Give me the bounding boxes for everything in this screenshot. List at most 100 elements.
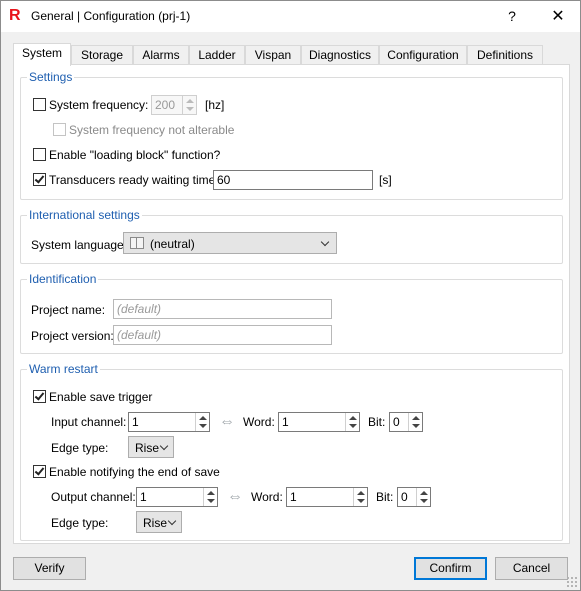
tab-diagnostics[interactable]: Diagnostics — [301, 45, 379, 65]
output-edge-type-label: Edge type: — [51, 516, 109, 530]
project-name-label: Project name: — [31, 303, 106, 317]
spinner-arrows[interactable] — [203, 488, 217, 506]
output-channel-spinner[interactable]: 1 — [136, 487, 218, 507]
input-edge-type-value: Rise — [135, 441, 160, 455]
project-version-input[interactable]: (default) — [113, 325, 332, 345]
warm-restart-group: Warm restart Enable save trigger Input c… — [20, 362, 563, 541]
confirm-button[interactable]: Confirm — [414, 557, 487, 580]
transducers-time-input[interactable]: 60 — [213, 170, 373, 190]
identification-group: Identification Project name: (default) P… — [20, 272, 563, 354]
loading-block-label: Enable "loading block" function? — [49, 148, 221, 162]
spin-up-icon — [349, 416, 357, 420]
cancel-button[interactable]: Cancel — [495, 557, 568, 580]
swap-arrows-icon: ⇔ — [219, 413, 235, 430]
title-bar: R General | Configuration (prj-1) ? ✕ — [1, 1, 580, 32]
output-edge-type-value: Rise — [143, 516, 168, 530]
output-word-label: Word: — [251, 490, 283, 504]
output-word-spinner[interactable]: 1 — [286, 487, 368, 507]
tab-configuration[interactable]: Configuration — [379, 45, 467, 65]
window-title: General | Configuration (prj-1) — [31, 9, 191, 23]
spin-down-icon — [357, 499, 365, 503]
notify-end-checkbox[interactable] — [33, 465, 46, 478]
international-group: International settings System language: … — [20, 208, 563, 264]
tab-ladder[interactable]: Ladder — [189, 45, 245, 65]
system-frequency-unit: [hz] — [205, 98, 225, 112]
tab-definitions[interactable]: Definitions — [467, 45, 543, 65]
app-logo-icon: R — [9, 7, 21, 24]
spin-up-icon — [357, 491, 365, 495]
verify-button[interactable]: Verify — [13, 557, 86, 580]
help-button[interactable]: ? — [489, 1, 535, 32]
close-button[interactable]: ✕ — [535, 1, 581, 32]
transducers-checkbox[interactable] — [33, 173, 46, 186]
input-channel-value: 1 — [132, 415, 139, 429]
not-alterable-checkbox — [53, 123, 66, 136]
output-edge-type-select[interactable]: Rise — [136, 511, 182, 533]
tab-system[interactable]: System — [13, 43, 71, 66]
output-channel-label: Output channel: — [51, 490, 136, 504]
system-frequency-checkbox[interactable] — [33, 98, 46, 111]
settings-group: Settings System frequency: 200 [hz] Syst… — [20, 70, 563, 200]
spinner-arrows[interactable] — [195, 413, 209, 431]
system-frequency-spinner: 200 — [151, 95, 197, 115]
spin-up-icon — [207, 491, 215, 495]
spin-up-icon — [186, 99, 194, 103]
system-language-label: System language: — [31, 238, 128, 252]
project-name-input[interactable]: (default) — [113, 299, 332, 319]
output-bit-label: Bit: — [376, 490, 394, 504]
transducers-label: Transducers ready waiting time: — [49, 173, 219, 187]
chevron-down-icon — [167, 516, 177, 526]
output-channel-value: 1 — [140, 490, 147, 504]
input-word-label: Word: — [243, 415, 275, 429]
spin-down-icon — [199, 424, 207, 428]
system-language-value: (neutral) — [150, 237, 195, 251]
tab-storage[interactable]: Storage — [71, 45, 133, 65]
transducers-unit: [s] — [379, 173, 392, 187]
check-icon — [34, 465, 45, 476]
spin-up-icon — [420, 491, 428, 495]
spin-down-icon — [420, 499, 428, 503]
spin-up-icon — [199, 416, 207, 420]
spinner-arrows — [182, 96, 196, 114]
spinner-arrows[interactable] — [353, 488, 367, 506]
system-language-select[interactable]: (neutral) — [123, 232, 337, 254]
chevron-down-icon — [320, 237, 330, 247]
input-bit-spinner[interactable]: 0 — [389, 412, 423, 432]
input-bit-label: Bit: — [368, 415, 386, 429]
input-word-spinner[interactable]: 1 — [278, 412, 360, 432]
output-word-value: 1 — [290, 490, 297, 504]
settings-group-title: Settings — [27, 70, 75, 84]
save-trigger-checkbox[interactable] — [33, 390, 46, 403]
input-edge-type-select[interactable]: Rise — [128, 436, 174, 458]
save-trigger-label: Enable save trigger — [49, 390, 153, 404]
spin-down-icon — [207, 499, 215, 503]
not-alterable-label: System frequency not alterable — [69, 123, 235, 137]
tab-alarms[interactable]: Alarms — [133, 45, 189, 65]
tab-vispan[interactable]: Vispan — [245, 45, 301, 65]
input-channel-label: Input channel: — [51, 415, 127, 429]
output-bit-spinner[interactable]: 0 — [397, 487, 431, 507]
system-frequency-label: System frequency: — [49, 98, 149, 112]
spinner-arrows[interactable] — [408, 413, 422, 431]
check-icon — [34, 390, 45, 401]
resize-grip-icon[interactable] — [566, 576, 578, 588]
input-bit-value: 0 — [393, 415, 400, 429]
warm-restart-group-title: Warm restart — [27, 362, 100, 376]
input-word-value: 1 — [282, 415, 289, 429]
spin-up-icon — [412, 416, 420, 420]
spin-down-icon — [349, 424, 357, 428]
loading-block-checkbox[interactable] — [33, 148, 46, 161]
system-frequency-value: 200 — [155, 98, 176, 112]
identification-group-title: Identification — [27, 272, 99, 286]
international-group-title: International settings — [27, 208, 142, 222]
language-icon — [130, 237, 144, 249]
input-edge-type-label: Edge type: — [51, 441, 109, 455]
spin-down-icon — [186, 107, 194, 111]
spin-down-icon — [412, 424, 420, 428]
spinner-arrows[interactable] — [416, 488, 430, 506]
system-tab-panel: Settings System frequency: 200 [hz] Syst… — [13, 64, 570, 544]
check-icon — [34, 173, 45, 184]
spinner-arrows[interactable] — [345, 413, 359, 431]
input-channel-spinner[interactable]: 1 — [128, 412, 210, 432]
swap-arrows-icon: ⇔ — [227, 488, 243, 505]
